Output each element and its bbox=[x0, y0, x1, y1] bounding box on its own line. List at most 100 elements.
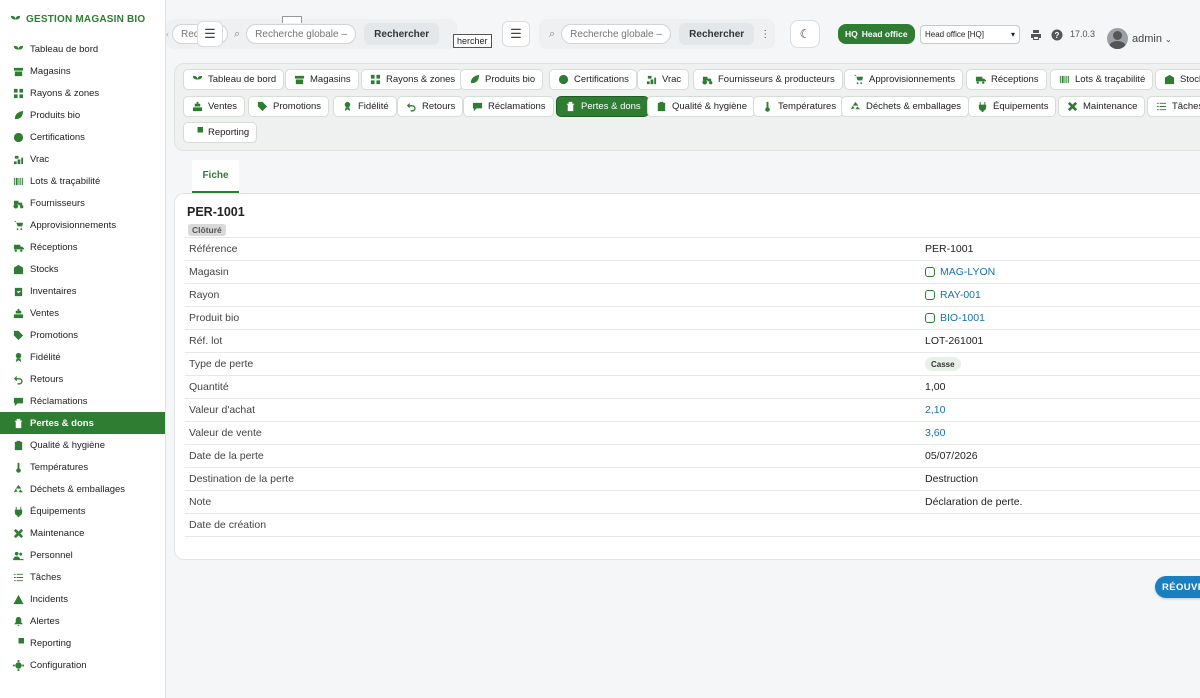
sidebar-item-incidents[interactable]: Incidents bbox=[0, 588, 165, 610]
sidebar-item-inventaires[interactable]: Inventaires bbox=[0, 280, 165, 302]
module-tab-rayons-zones[interactable]: Rayons & zones bbox=[361, 69, 464, 90]
print-icon[interactable] bbox=[1029, 28, 1042, 41]
store-icon bbox=[293, 74, 305, 86]
ghost-box bbox=[282, 16, 302, 23]
sidebar-item-reporting[interactable]: Reporting bbox=[0, 632, 165, 654]
sidebar-item-vrac[interactable]: Vrac bbox=[0, 148, 165, 170]
sidebar-item-label: Personnel bbox=[30, 549, 73, 561]
module-tab-lots-tracabilite[interactable]: Lots & traçabilité bbox=[1050, 69, 1154, 90]
menu-button-overlay[interactable]: ☰ bbox=[197, 21, 223, 47]
field-value[interactable]: BIO-1001 bbox=[925, 312, 985, 324]
tab-fiche[interactable]: Fiche bbox=[192, 160, 239, 193]
module-tab-equipements[interactable]: Équipements bbox=[968, 96, 1057, 117]
search-button[interactable]: Rechercher bbox=[364, 23, 440, 45]
sidebar-item-ventes[interactable]: Ventes bbox=[0, 302, 165, 324]
module-tab-label: Déchets & emballages bbox=[866, 101, 962, 112]
link-icon bbox=[925, 267, 935, 277]
module-tab-magasins[interactable]: Magasins bbox=[285, 69, 359, 90]
search-input[interactable] bbox=[561, 24, 672, 44]
sidebar-item-tableau-de-bord[interactable]: Tableau de bord bbox=[0, 38, 165, 60]
sidebar-item-retours[interactable]: Retours bbox=[0, 368, 165, 390]
tools-icon bbox=[1066, 101, 1078, 113]
sidebar-item-lots-tracabilite[interactable]: Lots & traçabilité bbox=[0, 170, 165, 192]
link-icon bbox=[925, 290, 935, 300]
search-tooltip: hercher bbox=[453, 34, 492, 48]
sidebar-item-pertes-dons[interactable]: Pertes & dons bbox=[0, 412, 165, 434]
module-tab-temperatures[interactable]: Températures bbox=[753, 96, 845, 117]
sidebar-item-fournisseurs[interactable]: Fournisseurs bbox=[0, 192, 165, 214]
module-tab-maintenance[interactable]: Maintenance bbox=[1058, 96, 1146, 117]
sidebar-item-temperatures[interactable]: Températures bbox=[0, 456, 165, 478]
brand[interactable]: GESTION MAGASIN BIO bbox=[0, 0, 165, 38]
reopen-button[interactable]: RÉOUVR bbox=[1155, 576, 1200, 598]
module-tab-retours[interactable]: Retours bbox=[397, 96, 464, 117]
sidebar-item-qualite-hygiene[interactable]: Qualité & hygiène bbox=[0, 434, 165, 456]
module-tab-label: Ventes bbox=[208, 101, 238, 112]
sidebar-item-produits-bio[interactable]: Produits bio bbox=[0, 104, 165, 126]
field-value-text: 1,00 bbox=[925, 381, 946, 393]
office-select[interactable]: Head office [HQ] ▾ bbox=[920, 25, 1020, 44]
brand-title: GESTION MAGASIN BIO bbox=[26, 13, 146, 25]
module-tab-fidelite[interactable]: Fidélité bbox=[333, 96, 397, 117]
sidebar-item-dechets-emballages[interactable]: Déchets & emballages bbox=[0, 478, 165, 500]
module-tab-approvisionnements[interactable]: Approvisionnements bbox=[844, 69, 964, 90]
sidebar-item-personnel[interactable]: Personnel bbox=[0, 544, 165, 566]
sidebar-item-maintenance[interactable]: Maintenance bbox=[0, 522, 165, 544]
menu-button[interactable]: ☰ bbox=[502, 21, 530, 47]
module-tab-taches[interactable]: Tâches bbox=[1147, 96, 1200, 117]
module-tab-stock[interactable]: Stock bbox=[1155, 69, 1200, 90]
hq-code: HQ bbox=[845, 29, 858, 39]
module-tab-label: Promotions bbox=[273, 101, 322, 112]
gear-icon bbox=[12, 659, 24, 671]
module-tab-reclamations[interactable]: Réclamations bbox=[463, 96, 554, 117]
sidebar-item-promotions[interactable]: Promotions bbox=[0, 324, 165, 346]
user-menu[interactable]: admin ⌄ bbox=[1132, 33, 1172, 45]
field-value[interactable]: MAG-LYON bbox=[925, 266, 995, 278]
pie-icon bbox=[12, 637, 24, 649]
module-tab-tableau-de-bord[interactable]: Tableau de bord bbox=[183, 69, 285, 90]
module-tab-ventes[interactable]: Ventes bbox=[183, 96, 246, 117]
status-badge: Clôturé bbox=[188, 224, 226, 236]
dark-mode-toggle[interactable]: ☾ bbox=[790, 20, 820, 48]
search-button[interactable]: Rechercher bbox=[679, 23, 755, 45]
module-tab-receptions[interactable]: Réceptions bbox=[966, 69, 1047, 90]
sidebar-item-alertes[interactable]: Alertes bbox=[0, 610, 165, 632]
sidebar-item-certifications[interactable]: Certifications bbox=[0, 126, 165, 148]
sidebar-item-reclamations[interactable]: Réclamations bbox=[0, 390, 165, 412]
sidebar-item-equipements[interactable]: Équipements bbox=[0, 500, 165, 522]
field-value-text: 05/07/2026 bbox=[925, 450, 978, 462]
field-label: Réf. lot bbox=[189, 335, 223, 347]
module-tab-promotions[interactable]: Promotions bbox=[248, 96, 330, 117]
module-tab-vrac[interactable]: Vrac bbox=[637, 69, 690, 90]
more-icon[interactable]: ⋮ bbox=[760, 29, 770, 40]
sprout-icon bbox=[12, 43, 24, 55]
clipboard-icon bbox=[655, 101, 667, 113]
sidebar-item-rayons-zones[interactable]: Rayons & zones bbox=[0, 82, 165, 104]
module-tab-pertes-dons[interactable]: Pertes & dons bbox=[556, 96, 649, 117]
help-icon[interactable]: ? bbox=[1050, 28, 1063, 41]
module-tabs: Tableau de bord Magasins Rayons & zones Pro… bbox=[174, 63, 1200, 151]
module-tab-certifications[interactable]: Certifications bbox=[549, 69, 637, 90]
module-tab-qualite-hygiene[interactable]: Qualité & hygiène bbox=[647, 96, 755, 117]
avatar[interactable] bbox=[1107, 28, 1128, 49]
field-value-text: BIO-1001 bbox=[940, 312, 985, 324]
sidebar-item-label: Maintenance bbox=[30, 527, 85, 539]
module-tab-label: Fournisseurs & producteurs bbox=[718, 74, 835, 85]
module-tab-fournisseurs-producteurs[interactable]: Fournisseurs & producteurs bbox=[693, 69, 843, 90]
hq-badge[interactable]: HQ Head office bbox=[838, 24, 915, 44]
field-value[interactable]: RAY-001 bbox=[925, 289, 981, 301]
sidebar-item-taches[interactable]: Tâches bbox=[0, 566, 165, 588]
sidebar-item-approvisionnements[interactable]: Approvisionnements bbox=[0, 214, 165, 236]
thermometer-icon bbox=[12, 461, 24, 473]
sidebar-item-configuration[interactable]: Configuration bbox=[0, 654, 165, 676]
badge-icon bbox=[12, 131, 24, 143]
sidebar-item-receptions[interactable]: Réceptions bbox=[0, 236, 165, 258]
module-tab-produits-bio[interactable]: Produits bio bbox=[460, 69, 544, 90]
sidebar-item-stocks[interactable]: Stocks bbox=[0, 258, 165, 280]
module-tab-reporting[interactable]: Reporting bbox=[183, 122, 258, 143]
sidebar-item-fidelite[interactable]: Fidélité bbox=[0, 346, 165, 368]
sidebar-item-label: Températures bbox=[30, 461, 89, 473]
sidebar-item-magasins[interactable]: Magasins bbox=[0, 60, 165, 82]
module-tab-dechets-emballages[interactable]: Déchets & emballages bbox=[841, 96, 970, 117]
search-input[interactable] bbox=[246, 24, 357, 44]
